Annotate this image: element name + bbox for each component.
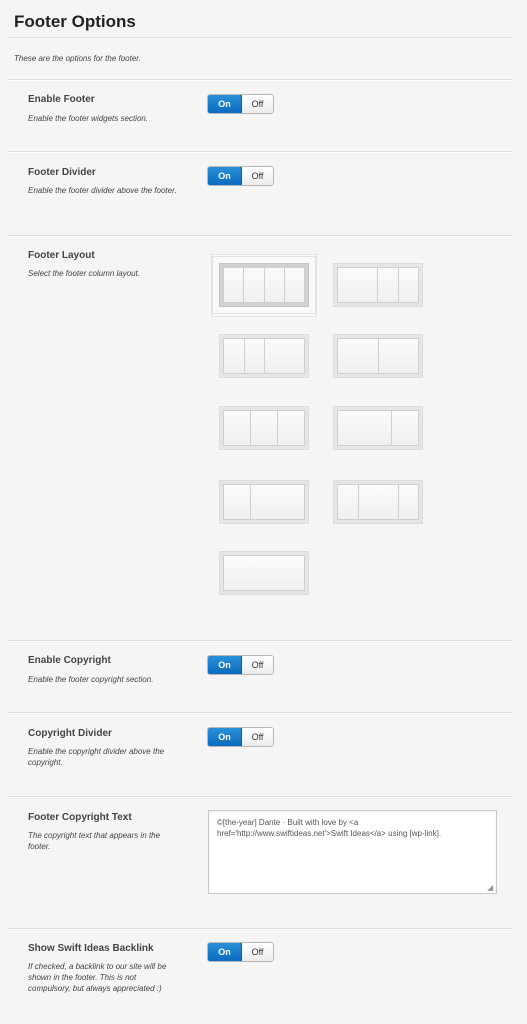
layout-column	[224, 411, 251, 445]
layout-column	[251, 485, 304, 519]
enable-footer-label: Enable Footer	[28, 94, 95, 105]
layout-column	[338, 339, 379, 373]
copyright-divider-toggle[interactable]: On Off	[207, 727, 274, 747]
copyright-divider-label: Copyright Divider	[28, 728, 112, 739]
copyright-divider-off-button[interactable]: Off	[242, 728, 273, 746]
row-divider	[8, 640, 513, 642]
enable-footer-on-button[interactable]: On	[208, 95, 242, 113]
copyright-divider-description: Enable the copyright divider above the c…	[28, 747, 165, 767]
footer-layout-option[interactable]	[219, 480, 309, 524]
layout-column	[278, 411, 304, 445]
footer-divider-toggle[interactable]: On Off	[207, 166, 274, 186]
footer-layout-label: Footer Layout	[28, 250, 95, 261]
enable-footer-off-button[interactable]: Off	[242, 95, 273, 113]
layout-column	[338, 268, 378, 302]
layout-column	[358, 485, 399, 519]
row-divider	[8, 796, 513, 798]
resize-grip-icon[interactable]: ◢	[487, 884, 495, 892]
swift-backlink-off-button[interactable]: Off	[242, 943, 273, 961]
footer-layout-option[interactable]	[333, 480, 423, 524]
footer-layout-description: Select the footer column layout.	[28, 269, 141, 278]
layout-preview-icon	[223, 484, 305, 520]
layout-column	[378, 339, 418, 373]
row-divider	[8, 928, 513, 930]
layout-preview-icon	[337, 338, 419, 374]
footer-layout-option[interactable]	[212, 256, 316, 314]
layout-preview-icon	[223, 267, 305, 303]
swift-backlink-on-button[interactable]: On	[208, 943, 242, 961]
layout-column	[391, 411, 418, 445]
footer-divider-description: Enable the footer divider above the foot…	[28, 186, 177, 195]
layout-preview-icon	[223, 338, 305, 374]
layout-column	[224, 339, 245, 373]
layout-column	[398, 485, 418, 519]
footer-layout-option[interactable]	[219, 551, 309, 595]
copyright-text-description: The copyright text that appears in the f…	[28, 831, 161, 851]
layout-preview-icon	[223, 410, 305, 446]
title-divider	[8, 37, 513, 38]
footer-divider-label: Footer Divider	[28, 167, 96, 178]
footer-layout-option[interactable]	[219, 406, 309, 450]
layout-column	[224, 268, 245, 302]
layout-column	[338, 485, 359, 519]
enable-footer-toggle[interactable]: On Off	[207, 94, 274, 114]
enable-copyright-on-button[interactable]: On	[208, 656, 242, 674]
footer-layout-option[interactable]	[333, 334, 423, 378]
row-divider	[8, 151, 513, 153]
layout-preview-icon	[223, 555, 305, 591]
swift-backlink-toggle[interactable]: On Off	[207, 942, 274, 962]
footer-layout-option[interactable]	[333, 263, 423, 307]
layout-column	[338, 411, 392, 445]
footer-layout-option[interactable]	[333, 406, 423, 450]
layout-column	[264, 268, 285, 302]
layout-column	[251, 411, 278, 445]
copyright-text-input[interactable]	[208, 810, 497, 894]
layout-column	[265, 339, 304, 373]
footer-layout-option[interactable]	[219, 334, 309, 378]
page-title: Footer Options	[14, 12, 136, 31]
layout-column	[224, 556, 304, 590]
layout-preview-icon	[337, 410, 419, 446]
layout-column	[244, 268, 265, 302]
copyright-text-label: Footer Copyright Text	[28, 812, 132, 823]
layout-column	[398, 268, 418, 302]
enable-copyright-label: Enable Copyright	[28, 655, 111, 666]
footer-divider-off-button[interactable]: Off	[242, 167, 273, 185]
enable-copyright-toggle[interactable]: On Off	[207, 655, 274, 675]
enable-footer-description: Enable the footer widgets section.	[28, 114, 149, 123]
row-divider	[8, 79, 513, 81]
swift-backlink-description: If checked, a backlink to our site will …	[28, 962, 167, 993]
row-divider	[8, 712, 513, 714]
swift-backlink-label: Show Swift Ideas Backlink	[28, 943, 154, 954]
footer-options-page: Footer Options These are the options for…	[0, 0, 527, 1024]
layout-column	[284, 268, 304, 302]
layout-column	[224, 485, 252, 519]
layout-column	[378, 268, 399, 302]
layout-preview-icon	[337, 484, 419, 520]
enable-copyright-description: Enable the footer copyright section.	[28, 675, 154, 684]
copyright-divider-on-button[interactable]: On	[208, 728, 242, 746]
layout-preview-icon	[337, 267, 419, 303]
enable-copyright-off-button[interactable]: Off	[242, 656, 273, 674]
footer-divider-on-button[interactable]: On	[208, 167, 242, 185]
layout-column	[244, 339, 265, 373]
section-description: These are the options for the footer.	[14, 54, 141, 63]
row-divider	[8, 235, 513, 237]
